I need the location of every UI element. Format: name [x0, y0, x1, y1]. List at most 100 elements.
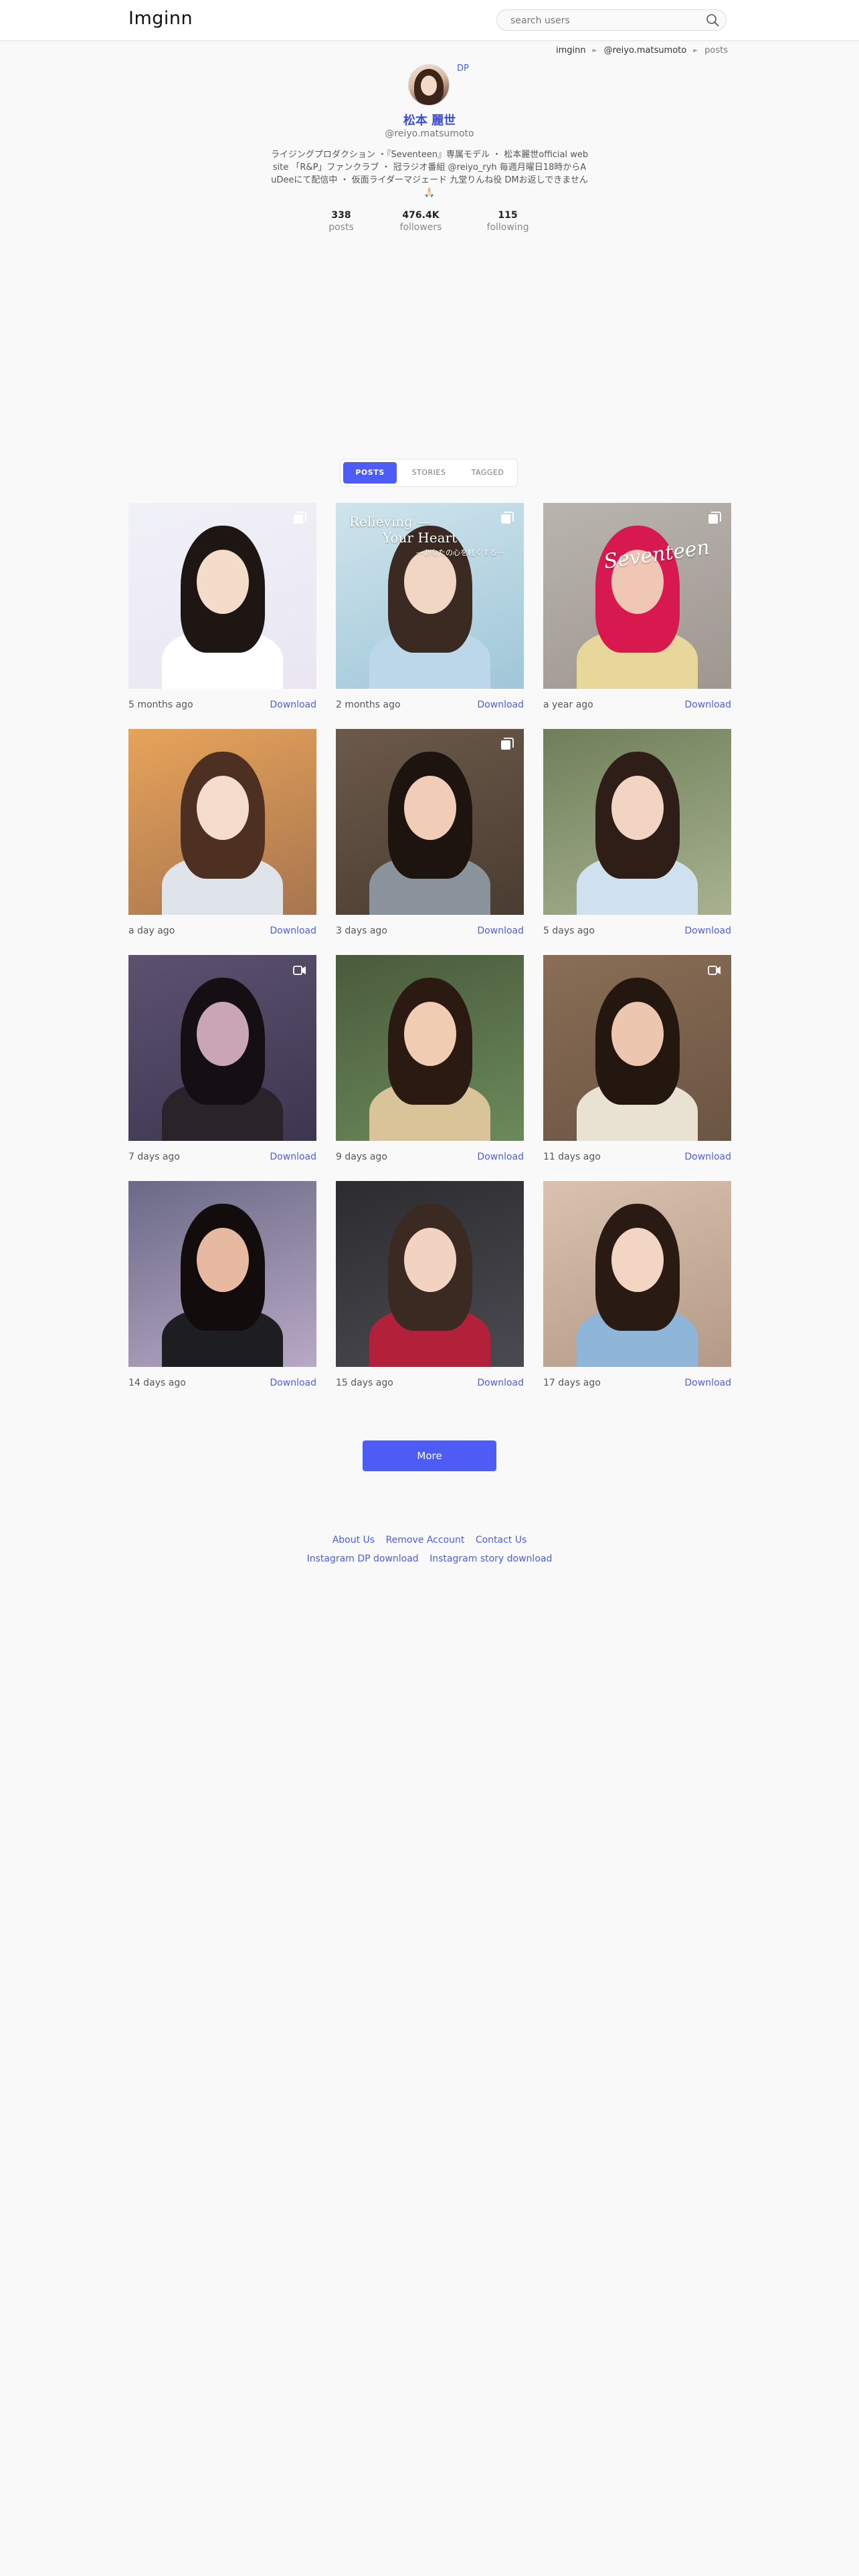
stat-posts: 338 posts	[304, 210, 378, 233]
remove-account-link[interactable]: Remove Account	[386, 1535, 465, 1545]
profile-avatar[interactable]	[408, 64, 450, 106]
post-card: 14 days ago Download	[128, 1181, 316, 1394]
post-meta: 5 days ago Download	[543, 915, 731, 942]
breadcrumb: imginn ► @reiyo.matsumoto ► posts	[556, 45, 728, 56]
download-link[interactable]: Download	[684, 700, 731, 710]
post-time: 5 days ago	[543, 926, 595, 936]
profile-name: 松本 麗世	[403, 114, 456, 128]
breadcrumb-user[interactable]: @reiyo.matsumoto	[604, 45, 687, 56]
download-link[interactable]: Download	[477, 1378, 524, 1388]
post-card: 15 days ago Download	[336, 1181, 524, 1394]
post-overlay-text: Your Heart	[383, 530, 458, 546]
stat-value: 115	[498, 210, 518, 221]
search-input[interactable]	[509, 10, 692, 31]
post-meta: 2 months ago Download	[336, 689, 524, 716]
post-card: 9 days ago Download	[336, 955, 524, 1168]
about-us-link[interactable]: About Us	[332, 1535, 375, 1545]
footer-links-primary: About Us Remove Account Contact Us	[0, 1535, 859, 1545]
stat-label: posts	[328, 222, 354, 233]
post-time: 14 days ago	[128, 1378, 186, 1388]
stat-label: following	[486, 222, 529, 233]
post-thumbnail[interactable]	[336, 729, 524, 915]
post-card: Relieving — Your Heart —あなたの心を軽くする— 2 month…	[336, 503, 524, 716]
top-header: Imginn	[0, 0, 859, 41]
post-thumbnail[interactable]	[543, 955, 731, 1141]
post-thumbnail[interactable]	[543, 1181, 731, 1367]
download-link[interactable]: Download	[270, 1152, 316, 1162]
video-icon	[708, 966, 721, 975]
contact-us-link[interactable]: Contact Us	[476, 1535, 527, 1545]
stat-value: 338	[331, 210, 351, 221]
carousel-icon	[708, 512, 721, 524]
tab-tagged[interactable]: TAGGED	[461, 462, 514, 484]
story-download-footer-link[interactable]: Instagram story download	[430, 1553, 552, 1564]
post-thumbnail[interactable]	[128, 955, 316, 1141]
post-thumbnail[interactable]	[336, 1181, 524, 1367]
post-meta: 15 days ago Download	[336, 1367, 524, 1394]
site-logo[interactable]: Imginn	[128, 8, 193, 29]
download-link[interactable]: Download	[684, 926, 731, 936]
post-thumbnail[interactable]	[543, 729, 731, 915]
search-box[interactable]	[496, 9, 727, 31]
more-button[interactable]: More	[363, 1440, 496, 1471]
post-time: 17 days ago	[543, 1378, 601, 1388]
download-link[interactable]: Download	[270, 926, 316, 936]
breadcrumb-current: posts	[704, 45, 728, 56]
download-link[interactable]: Download	[477, 1152, 524, 1162]
post-meta: 9 days ago Download	[336, 1141, 524, 1168]
post-thumbnail[interactable]	[128, 729, 316, 915]
carousel-icon	[501, 738, 514, 750]
post-thumbnail[interactable]	[128, 503, 316, 689]
post-time: 9 days ago	[336, 1152, 387, 1162]
post-overlay-text: —あなたの心を軽くする—	[416, 548, 504, 557]
post-meta: 17 days ago Download	[543, 1367, 731, 1394]
post-time: 15 days ago	[336, 1378, 393, 1388]
download-link[interactable]: Download	[270, 700, 316, 710]
post-time: 2 months ago	[336, 700, 401, 710]
stat-label: followers	[399, 222, 442, 233]
post-card: 3 days ago Download	[336, 729, 524, 942]
dp-download-footer-link[interactable]: Instagram DP download	[307, 1553, 419, 1564]
post-time: 5 months ago	[128, 700, 193, 710]
footer-links-secondary: Instagram DP download Instagram story do…	[0, 1553, 859, 1564]
breadcrumb-separator-icon: ►	[592, 47, 597, 54]
tab-stories[interactable]: STORIES	[402, 462, 456, 484]
post-meta: 14 days ago Download	[128, 1367, 316, 1394]
post-meta: 3 days ago Download	[336, 915, 524, 942]
post-thumbnail[interactable]	[336, 955, 524, 1141]
carousel-icon	[501, 512, 514, 524]
video-icon	[293, 966, 306, 975]
post-time: 7 days ago	[128, 1152, 180, 1162]
post-time: a day ago	[128, 926, 175, 936]
tab-posts[interactable]: POSTS	[343, 462, 397, 484]
post-thumbnail[interactable]	[128, 1181, 316, 1367]
dp-download-link[interactable]: DP	[457, 64, 469, 74]
post-thumbnail[interactable]: Relieving — Your Heart —あなたの心を軽くする—	[336, 503, 524, 689]
stat-following: 115 following	[471, 210, 545, 233]
post-overlay-text: Relieving —	[349, 514, 431, 530]
post-meta: 5 months ago Download	[128, 689, 316, 716]
content-tabs: POSTS STORIES TAGGED	[340, 459, 518, 487]
post-card: Seventeen a year ago Download	[543, 503, 731, 716]
profile-bio: ライジングプロダクション ・『Seventeen』専属モデル ・ 松本麗世off…	[270, 150, 589, 198]
breadcrumb-separator-icon: ►	[693, 47, 698, 54]
stat-followers: 476.4K followers	[384, 210, 458, 233]
post-card: 5 months ago Download	[128, 503, 316, 716]
profile-handle: @reiyo.matsumoto	[385, 128, 474, 139]
download-link[interactable]: Download	[270, 1378, 316, 1388]
post-time: 11 days ago	[543, 1152, 601, 1162]
download-link[interactable]: Download	[684, 1378, 731, 1388]
download-link[interactable]: Download	[477, 926, 524, 936]
breadcrumb-home[interactable]: imginn	[556, 45, 586, 56]
post-card: a day ago Download	[128, 729, 316, 942]
post-meta: a year ago Download	[543, 689, 731, 716]
post-card: 11 days ago Download	[543, 955, 731, 1168]
search-icon[interactable]	[706, 13, 719, 27]
post-meta: 7 days ago Download	[128, 1141, 316, 1168]
carousel-icon	[294, 512, 306, 524]
post-time: a year ago	[543, 700, 593, 710]
download-link[interactable]: Download	[477, 700, 524, 710]
post-thumbnail[interactable]: Seventeen	[543, 503, 731, 689]
download-link[interactable]: Download	[684, 1152, 731, 1162]
post-card: 5 days ago Download	[543, 729, 731, 942]
